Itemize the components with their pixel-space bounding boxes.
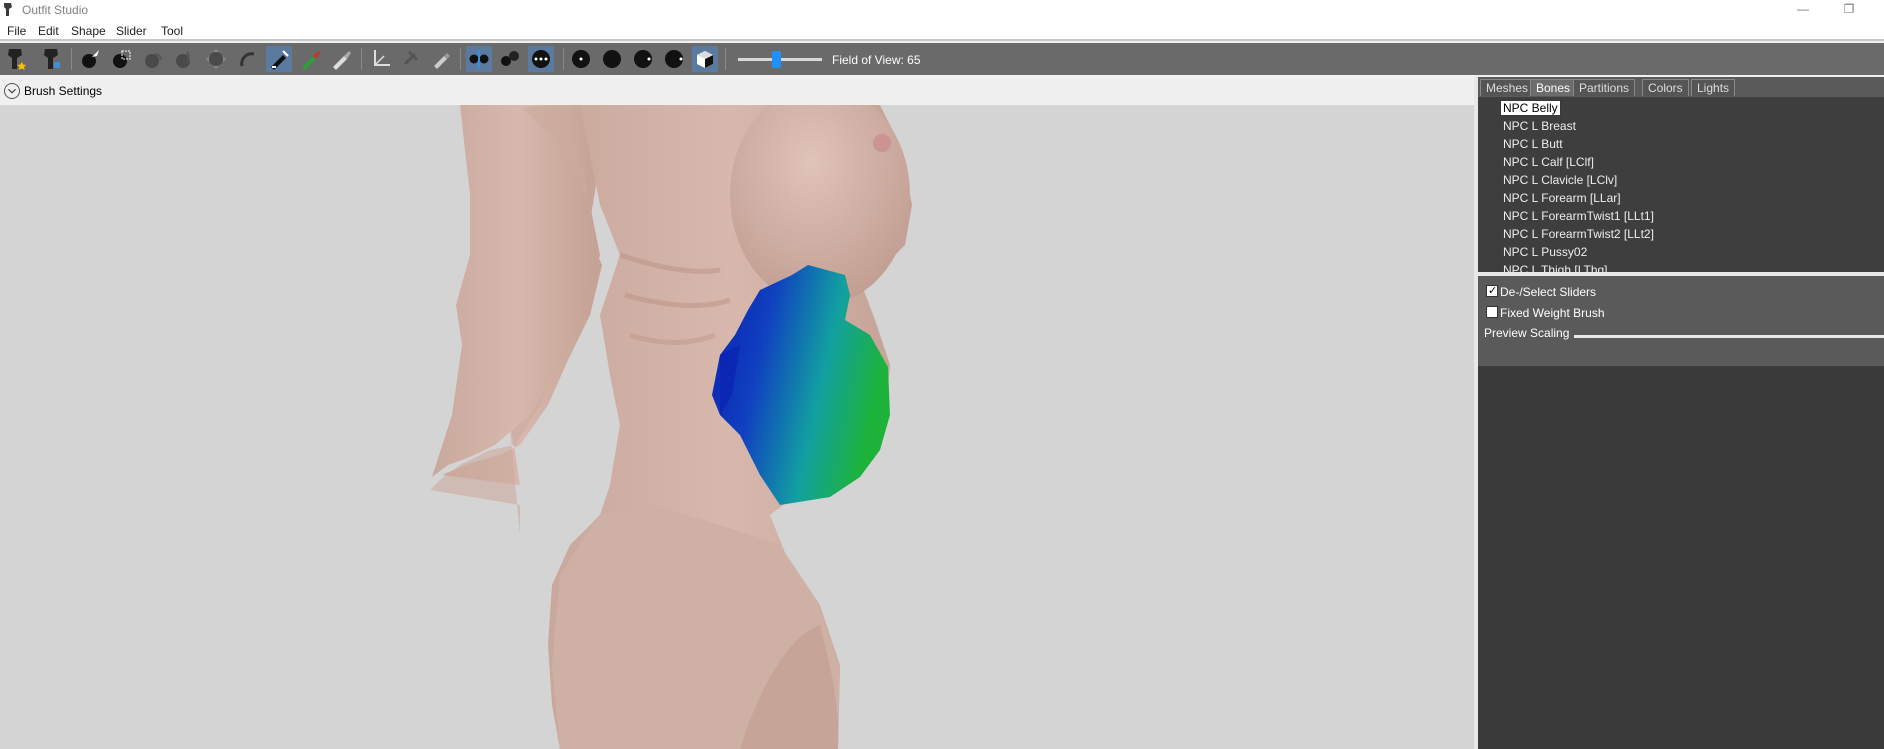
bone-item[interactable]: NPC L Clavicle [LClv] <box>1503 173 1617 187</box>
preview-scaling-slider[interactable] <box>1574 335 1884 338</box>
bone-item[interactable]: NPC L ForearmTwist1 [LLt1] <box>1503 209 1654 223</box>
wireframe-icon[interactable] <box>599 46 625 72</box>
maximize-button[interactable]: ❐ <box>1826 0 1872 20</box>
deflate-brush-icon[interactable] <box>171 46 197 72</box>
menu-tool[interactable]: Tool <box>161 24 183 38</box>
bone-item[interactable]: NPC Belly <box>1500 100 1561 116</box>
global-brush-icon[interactable] <box>528 46 554 72</box>
load-reference-icon[interactable] <box>3 46 29 72</box>
menu-file[interactable]: File <box>7 24 26 38</box>
app-icon <box>4 3 12 16</box>
color-brush-icon[interactable] <box>297 46 323 72</box>
panel-tabs: Meshes Bones Partitions Colors Lights <box>1478 77 1884 97</box>
mask-brush-icon[interactable] <box>108 46 134 72</box>
fixed-weight-brush-label: Fixed Weight Brush <box>1500 306 1605 320</box>
checkmark-icon: ✓ <box>1488 285 1498 297</box>
menu-edit[interactable]: Edit <box>38 24 59 38</box>
menu-slider[interactable]: Slider <box>116 24 147 38</box>
weight-brush-icon[interactable] <box>266 46 292 72</box>
select-brush-icon[interactable] <box>77 46 103 72</box>
toolbar: Field of View: 65 <box>0 43 1884 75</box>
tab-meshes[interactable]: Meshes <box>1480 79 1535 96</box>
bone-item[interactable]: NPC L Breast <box>1503 119 1576 133</box>
alpha-brush-icon[interactable] <box>328 46 354 72</box>
title-bar: Outfit Studio — ❐ <box>0 0 1884 20</box>
bone-options: ✓ De-/Select Sliders Fixed Weight Brush … <box>1478 276 1884 366</box>
fov-slider-thumb[interactable] <box>772 51 781 68</box>
deselect-sliders-label: De-/Select Sliders <box>1500 285 1597 299</box>
menu-shape[interactable]: Shape <box>71 24 106 38</box>
body-mesh-render <box>430 105 912 749</box>
x-mirror-icon[interactable] <box>466 46 492 72</box>
load-outfit-icon[interactable] <box>39 46 65 72</box>
3d-viewport[interactable] <box>0 105 1474 749</box>
window-title: Outfit Studio <box>22 3 89 17</box>
tab-bones[interactable]: Bones <box>1530 79 1577 96</box>
connected-icon[interactable] <box>497 46 523 72</box>
bone-item[interactable]: NPC L Forearm [LLar] <box>1503 191 1621 205</box>
deselect-sliders-checkbox[interactable]: ✓ <box>1486 285 1498 297</box>
smooth-brush-icon[interactable] <box>235 46 261 72</box>
preview-scaling-label: Preview Scaling <box>1484 326 1570 340</box>
brush-settings-header[interactable]: Brush Settings <box>0 77 1474 105</box>
tab-lights[interactable]: Lights <box>1691 79 1736 96</box>
brush-settings-label: Brush Settings <box>24 84 103 98</box>
panel-empty-area <box>1478 366 1884 749</box>
bone-item[interactable]: NPC L Pussy02 <box>1503 245 1587 259</box>
transform-icon[interactable] <box>368 46 394 72</box>
lighting-icon[interactable] <box>630 46 656 72</box>
bone-item[interactable]: NPC L Butt <box>1503 137 1563 151</box>
erase-icon[interactable] <box>428 46 454 72</box>
pivot-icon[interactable] <box>397 46 423 72</box>
move-brush-icon[interactable] <box>203 46 229 72</box>
tab-colors[interactable]: Colors <box>1642 79 1689 96</box>
mask-view-icon[interactable] <box>692 46 718 72</box>
inflate-brush-icon[interactable] <box>140 46 166 72</box>
chevron-down-icon[interactable] <box>4 83 20 99</box>
tab-partitions[interactable]: Partitions <box>1573 79 1636 96</box>
minimize-button[interactable]: — <box>1780 0 1826 20</box>
fixed-weight-brush-checkbox[interactable] <box>1486 306 1498 318</box>
right-panel: Meshes Bones Partitions Colors Lights NP… <box>1478 77 1884 749</box>
menu-bar: File Edit Shape Slider Tool <box>0 20 1884 41</box>
vertex-view-icon[interactable] <box>568 46 594 72</box>
bone-item[interactable]: NPC L Calf [LClf] <box>1503 155 1594 169</box>
fov-label: Field of View: 65 <box>832 53 921 67</box>
bone-item[interactable]: NPC L ForearmTwist2 [LLt2] <box>1503 227 1654 241</box>
textures-icon[interactable] <box>661 46 687 72</box>
